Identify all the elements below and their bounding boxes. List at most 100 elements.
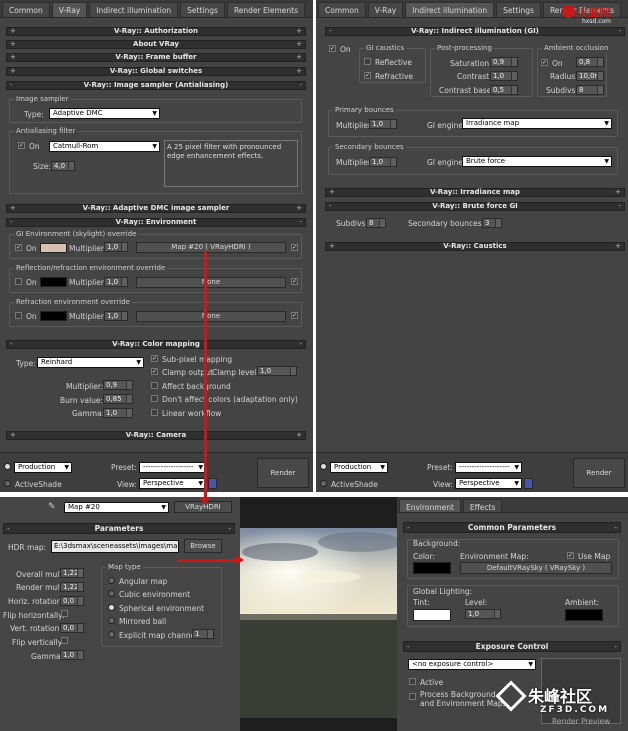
filter-size-spinner[interactable]: 4,0 — [51, 161, 75, 171]
refr-map-toggle[interactable]: ✓ — [291, 312, 298, 319]
refractive-checkbox[interactable]: ✓ — [364, 72, 371, 79]
lock-view-button[interactable] — [208, 478, 217, 489]
saturation-spinner[interactable]: 0,9 — [490, 57, 518, 67]
tab-common[interactable]: Common — [2, 2, 50, 17]
render-button[interactable]: Render — [257, 458, 309, 488]
render-button[interactable]: Render — [573, 458, 625, 488]
map-name-dropdown[interactable]: Map #20 — [64, 502, 169, 513]
clamp-output-checkbox[interactable]: ✓ — [151, 368, 158, 375]
flip-horizontally-checkbox[interactable] — [61, 610, 68, 617]
hdri-gamma-spinner[interactable]: 1,0 — [60, 650, 84, 660]
affect-bg-checkbox[interactable] — [151, 382, 158, 389]
dont-affect-checkbox[interactable] — [151, 395, 158, 402]
primary-gi-engine-dropdown[interactable]: Irradiance map — [462, 118, 612, 129]
map-channel-spinner[interactable]: 1 — [192, 629, 214, 639]
rollout-frame-buffer[interactable]: + + V-Ray:: Frame buffer — [6, 53, 306, 62]
production-radio[interactable] — [320, 463, 327, 470]
rollout-indirect-illumination[interactable]: - - V-Ray:: Indirect illumination (GI) — [325, 27, 625, 36]
tab-common[interactable]: Common — [318, 2, 366, 17]
refr-map-button[interactable]: None — [136, 311, 286, 322]
browse-button[interactable]: Browse — [184, 539, 222, 553]
refr-on-checkbox[interactable] — [15, 312, 22, 319]
tab-vray[interactable]: V-Ray — [367, 2, 404, 17]
render-mult-spinner[interactable]: 1,22 — [60, 582, 84, 592]
refr-color-swatch[interactable] — [40, 311, 67, 321]
production-radio[interactable] — [4, 463, 11, 470]
production-dropdown[interactable]: Production — [14, 462, 72, 473]
eyedropper-icon[interactable]: ✎ — [48, 502, 56, 512]
lock-view-button[interactable] — [524, 478, 533, 489]
activeshade-radio[interactable] — [320, 480, 327, 487]
rollout-environment[interactable]: - - V-Ray:: Environment — [6, 218, 306, 227]
environment-map-button[interactable]: DefaultVRaySky ( VRaySky ) — [460, 562, 612, 574]
secondary-gi-engine-dropdown[interactable]: Brute force — [462, 156, 612, 167]
rollout-parameters[interactable]: - - Parameters — [3, 523, 235, 534]
contrast-spinner[interactable]: 1,0 — [490, 71, 518, 81]
horiz-rotation-spinner[interactable]: 0,0 — [60, 596, 84, 606]
cubic-env-radio[interactable] — [108, 590, 115, 597]
rollout-exposure-control[interactable]: - - Exposure Control — [403, 641, 621, 652]
aa-filter-dropdown[interactable]: Catmull-Rom — [49, 141, 160, 152]
ao-amount-spinner[interactable]: 0,8 — [576, 57, 604, 67]
tab-indirect-illumination[interactable]: Indirect illumination — [89, 2, 179, 17]
rollout-caustics[interactable]: + + V-Ray:: Caustics — [325, 242, 625, 251]
gi-on-checkbox[interactable]: ✓ — [329, 45, 336, 52]
preset-dropdown[interactable]: -------------------- — [139, 462, 206, 473]
tab-indirect-illumination[interactable]: Indirect illumination — [405, 2, 495, 17]
reflective-checkbox[interactable] — [364, 58, 371, 65]
rollout-adaptive-dmc[interactable]: + + V-Ray:: Adaptive DMC image sampler — [6, 204, 306, 213]
aa-filter-on-checkbox[interactable]: ✓ — [18, 142, 25, 149]
burn-value-spinner[interactable]: 0,85 — [103, 394, 133, 404]
refr-multiplier-spinner[interactable]: 1,0 — [104, 311, 128, 321]
rollout-camera[interactable]: + + V-Ray:: Camera — [6, 431, 306, 440]
ao-subdivs-spinner[interactable]: 8 — [576, 85, 604, 95]
rollout-global-switches[interactable]: + + V-Ray:: Global switches — [6, 67, 306, 76]
tab-effects[interactable]: Effects — [462, 499, 503, 512]
clamp-level-spinner[interactable]: 1,0 — [257, 366, 297, 376]
rollout-color-mapping[interactable]: - - V-Ray:: Color mapping — [6, 340, 306, 349]
explicit-channel-radio[interactable] — [108, 631, 115, 638]
cm-multiplier-spinner[interactable]: 0,9 — [103, 380, 133, 390]
rollout-image-sampler[interactable]: - - V-Ray:: Image sampler (Antialiasing) — [6, 81, 306, 90]
spherical-env-radio[interactable] — [108, 604, 115, 611]
tab-environment[interactable]: Environment — [399, 499, 461, 512]
mirrored-ball-radio[interactable] — [108, 617, 115, 624]
active-checkbox[interactable] — [409, 678, 416, 685]
process-bg-checkbox[interactable] — [409, 693, 416, 700]
refl-multiplier-spinner[interactable]: 1,0 — [104, 277, 128, 287]
view-dropdown[interactable]: Perspective — [455, 478, 522, 489]
preset-dropdown[interactable]: -------------------- — [455, 462, 522, 473]
rollout-brute-force[interactable]: - - V-Ray:: Brute force GI — [325, 202, 625, 211]
tab-settings[interactable]: Settings — [180, 2, 225, 17]
rollout-irradiance-map[interactable]: + + V-Ray:: Irradiance map — [325, 188, 625, 197]
linear-workflow-checkbox[interactable] — [151, 409, 158, 416]
refl-on-checkbox[interactable] — [15, 278, 22, 285]
hdr-path-field[interactable]: E:\3dsmax\sceneassets\images\maps — [51, 540, 179, 553]
view-dropdown[interactable]: Perspective — [139, 478, 206, 489]
background-color-swatch[interactable] — [413, 562, 451, 574]
production-dropdown[interactable]: Production — [330, 462, 388, 473]
refl-map-toggle[interactable]: ✓ — [291, 278, 298, 285]
exposure-control-dropdown[interactable]: <no exposure control> — [408, 659, 536, 670]
refl-color-swatch[interactable] — [40, 277, 67, 287]
tab-settings[interactable]: Settings — [496, 2, 541, 17]
secondary-bounces-spinner[interactable]: 3 — [482, 218, 502, 228]
overall-mult-spinner[interactable]: 1,22 — [60, 568, 84, 578]
primary-multiplier-spinner[interactable]: 1,0 — [369, 119, 397, 129]
gi-env-on-checkbox[interactable]: ✓ — [15, 244, 22, 251]
gi-map-button[interactable]: Map #20 ( VRayHDRI ) — [136, 242, 286, 253]
gi-color-swatch[interactable] — [40, 243, 67, 253]
rollout-authorization[interactable]: + + V-Ray:: Authorization — [6, 27, 306, 36]
radius-spinner[interactable]: 10,0mi — [576, 71, 604, 81]
cm-gamma-spinner[interactable]: 1,0 — [103, 408, 133, 418]
level-spinner[interactable]: 1,0 — [465, 609, 501, 619]
ambient-color-swatch[interactable] — [565, 609, 603, 621]
rollout-common-parameters[interactable]: - - Common Parameters — [403, 522, 621, 533]
subpixel-checkbox[interactable]: ✓ — [151, 355, 158, 362]
angular-map-radio[interactable] — [108, 577, 115, 584]
ao-on-checkbox[interactable]: ✓ — [541, 59, 548, 66]
refl-map-button[interactable]: None — [136, 277, 286, 288]
flip-vertically-checkbox[interactable] — [61, 637, 68, 644]
brute-subdivs-spinner[interactable]: 8 — [366, 218, 386, 228]
use-map-checkbox[interactable]: ✓ — [567, 552, 574, 559]
